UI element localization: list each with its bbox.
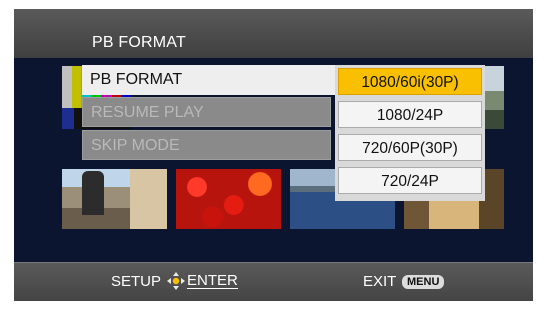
menu-item-resume-play[interactable]: RESUME PLAY	[82, 97, 331, 127]
format-options-panel: 1080/60i(30P) 1080/24P 720/60P(30P) 720/…	[335, 65, 485, 201]
setup-label: SETUP	[111, 273, 162, 290]
exit-label: EXIT	[363, 273, 397, 290]
thumbnail-peppers[interactable]	[176, 169, 281, 229]
dpad-icon	[167, 272, 185, 290]
thumbnail-statue[interactable]	[62, 169, 167, 229]
option-720-60p[interactable]: 720/60P(30P)	[338, 134, 482, 161]
bottom-bar: SETUP ENTER EXIT MENU	[14, 262, 533, 301]
title-bar: PB FORMAT	[14, 9, 533, 58]
menu-button-badge[interactable]: MENU	[402, 275, 445, 289]
menu-item-skip-mode[interactable]: SKIP MODE	[82, 130, 331, 160]
option-1080-24p[interactable]: 1080/24P	[338, 101, 482, 128]
option-720-24p[interactable]: 720/24P	[338, 167, 482, 194]
page-title: PB FORMAT	[92, 34, 186, 51]
menu-item-pb-format[interactable]: PB FORMAT	[82, 65, 335, 95]
camera-screen: PB FORMAT PB FORMAT RESUME PLAY SKIP MOD…	[14, 9, 533, 301]
enter-label: ENTER	[187, 272, 238, 289]
option-1080-60i[interactable]: 1080/60i(30P)	[338, 68, 482, 95]
